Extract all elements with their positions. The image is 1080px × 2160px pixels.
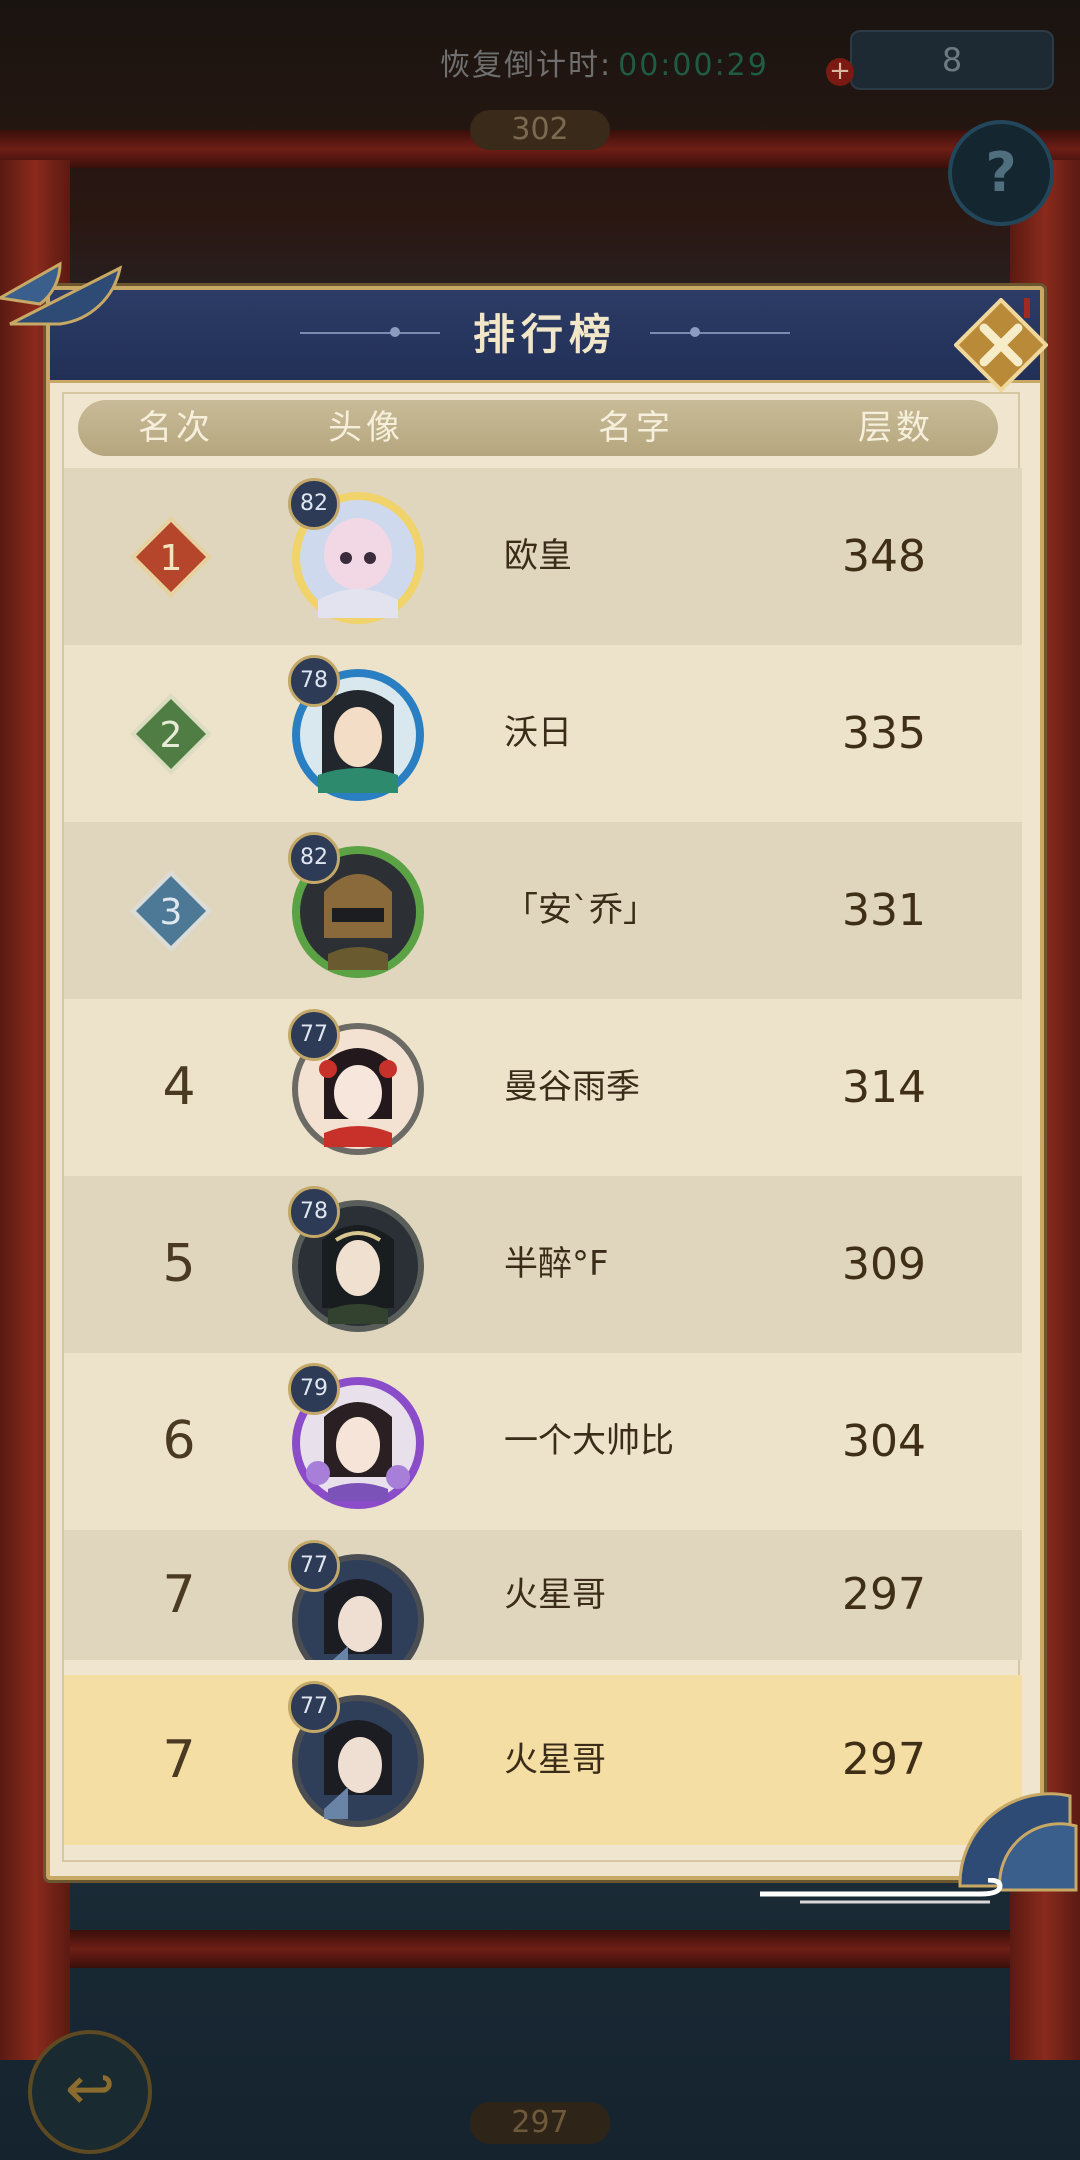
leaderboard-row[interactable]: 4 77 曼谷雨季 314 [64,999,1022,1176]
rank-3-badge-icon: 3 [130,870,212,952]
rank-number: 7 [162,1565,196,1625]
temple-beam [0,1930,1080,1968]
player-floors: 314 [842,1062,926,1113]
player-level-badge: 78 [288,655,340,707]
player-name: 一个大帅比 [504,1421,674,1461]
leaderboard-row[interactable]: 3 82 「安`乔」 331 [64,822,1022,999]
player-floors: 297 [842,1569,926,1620]
panel-title: 排行榜 [472,310,617,359]
current-floor-label: 302 [470,110,610,150]
player-floors: 304 [842,1416,926,1467]
rank-number: 6 [162,1411,196,1471]
help-button[interactable]: ? [948,120,1054,226]
leaderboard-row[interactable]: 2 78 沃日 335 [64,645,1022,822]
swirl-decoration-icon [760,1878,1003,1904]
col-name: 名字 [598,408,674,448]
player-name: 「安`乔」 [504,890,657,930]
fan-decoration-icon [0,261,123,326]
player-level-badge: 82 [288,832,340,884]
leaderboard-row[interactable]: 1 82 欧皇 348 [64,468,1022,645]
leaderboard-panel: 排行榜 名次 头像 名字 层数 1 82 欧皇 348 2 78 沃日 335 … [46,286,1044,1880]
my-floors: 297 [842,1734,926,1785]
player-name: 半醉°F [504,1244,609,1284]
rank-badge-num: 2 [160,715,183,756]
player-floors: 348 [842,531,926,582]
my-rank-row[interactable]: 7 77 火星哥 297 [64,1675,1022,1845]
col-rank: 名次 [138,408,214,448]
my-name: 火星哥 [504,1740,606,1780]
player-level-badge: 82 [288,478,340,530]
player-floors: 309 [842,1239,926,1290]
close-button[interactable] [954,298,1048,392]
bottom-floor-label: 297 [470,2102,610,2144]
player-level-badge: 78 [288,1186,340,1238]
rank-2-badge-icon: 2 [130,693,212,775]
player-name: 火星哥 [504,1575,606,1615]
my-level-badge: 77 [288,1681,340,1733]
player-name: 沃日 [504,713,572,753]
col-avatar: 头像 [328,408,404,448]
timer-value: 00:00:29 [618,48,769,83]
panel-header: 排行榜 [50,290,1040,383]
leaderboard-row[interactable]: 7 77 火星哥 297 [64,1530,1022,1660]
rank-number: 4 [162,1057,196,1117]
rank-badge-num: 1 [160,538,183,579]
rank-badge-num: 3 [160,892,183,933]
my-rank-number: 7 [162,1730,196,1790]
add-resource-icon[interactable]: + [826,58,854,86]
rank-number: 5 [162,1234,196,1294]
player-level-badge: 79 [288,1363,340,1415]
leaderboard-row[interactable]: 6 79 一个大帅比 304 [64,1353,1022,1530]
resource-counter: 8 [850,30,1054,90]
player-name: 欧皇 [504,536,572,576]
recovery-timer: 恢复倒计时: 00:00:29 [440,40,769,84]
column-header-bar: 名次 头像 名字 层数 [78,400,998,456]
back-button[interactable]: ↩ [28,2030,152,2154]
player-level-badge: 77 [288,1009,340,1061]
player-floors: 335 [842,708,926,759]
player-level-badge: 77 [288,1540,340,1592]
timer-label: 恢复倒计时: [440,48,613,83]
player-name: 曼谷雨季 [504,1067,640,1107]
rank-1-badge-icon: 1 [130,516,212,598]
col-floors: 层数 [858,408,934,448]
leaderboard-row[interactable]: 5 78 半醉°F 309 [64,1176,1022,1353]
player-floors: 331 [842,885,926,936]
